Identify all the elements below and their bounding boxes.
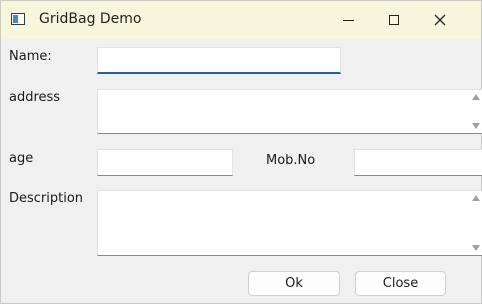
app-window-icon <box>11 13 25 25</box>
mob-no-label: Mob.No <box>266 153 316 168</box>
title-bar[interactable]: GridBag Demo <box>1 1 481 39</box>
age-label: age <box>9 151 34 166</box>
close-button[interactable]: Close <box>355 271 446 296</box>
gridbag-window: GridBag Demo Name: address age Mob.No De… <box>0 0 482 304</box>
close-window-button[interactable] <box>417 1 463 39</box>
age-input[interactable] <box>97 149 233 176</box>
address-label: address <box>9 90 61 105</box>
window-title: GridBag Demo <box>39 11 142 27</box>
description-textarea[interactable] <box>97 190 482 256</box>
close-icon <box>434 14 446 26</box>
scroll-down-arrow-icon[interactable] <box>472 123 480 129</box>
name-label: Name: <box>9 49 52 64</box>
address-scrollbar[interactable] <box>470 90 482 133</box>
scroll-up-arrow-icon[interactable] <box>472 195 480 201</box>
minimize-icon <box>342 19 354 21</box>
maximize-button[interactable] <box>371 1 417 39</box>
ok-button[interactable]: Ok <box>248 271 340 296</box>
name-input[interactable] <box>97 47 341 74</box>
address-textarea[interactable] <box>97 89 482 134</box>
scroll-up-arrow-icon[interactable] <box>472 94 480 100</box>
scroll-down-arrow-icon[interactable] <box>472 245 480 251</box>
description-scrollbar[interactable] <box>470 191 482 255</box>
maximize-icon <box>389 15 399 25</box>
minimize-button[interactable] <box>325 1 371 39</box>
mob-no-input[interactable] <box>354 149 482 176</box>
description-label: Description <box>9 191 84 206</box>
